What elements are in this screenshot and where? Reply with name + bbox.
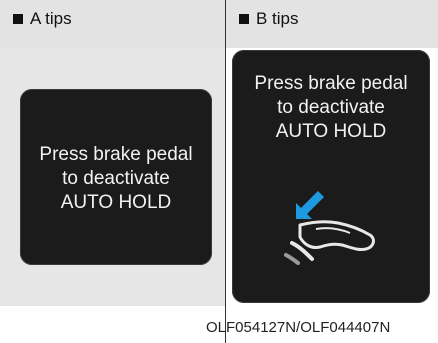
display-a: Press brake pedal to deactivate AUTO HOL… (20, 89, 212, 265)
display-b-line-1: Press brake pedal (254, 73, 408, 94)
display-a-line-3: AUTO HOLD (60, 192, 172, 213)
panel-a-title: A tips (30, 9, 72, 28)
panel-a-label: A tips (13, 9, 72, 29)
display-a-message: Press brake pedal to deactivate AUTO HOL… (20, 143, 212, 215)
panel-b-label: B tips (239, 9, 299, 29)
panel-a-header: A tips (0, 0, 226, 48)
display-b-message: Press brake pedal to deactivate AUTO HOL… (232, 72, 430, 144)
display-a-line-1: Press brake pedal (39, 144, 193, 165)
foot-on-pedal-icon (284, 191, 375, 265)
bullet-square-icon (13, 14, 23, 24)
display-a-line-2: to deactivate (62, 168, 170, 189)
panel-b-title: B tips (256, 9, 299, 28)
display-b-line-2: to deactivate (277, 97, 385, 118)
display-b-line-3: AUTO HOLD (275, 121, 387, 142)
bullet-square-icon (239, 14, 249, 24)
panel-b-header: B tips (226, 0, 438, 48)
panel-divider (225, 0, 226, 343)
arrow-icon (296, 191, 324, 219)
image-caption: OLF054127N/OLF044407N (206, 319, 391, 336)
display-b: Press brake pedal to deactivate AUTO HOL… (232, 50, 430, 303)
